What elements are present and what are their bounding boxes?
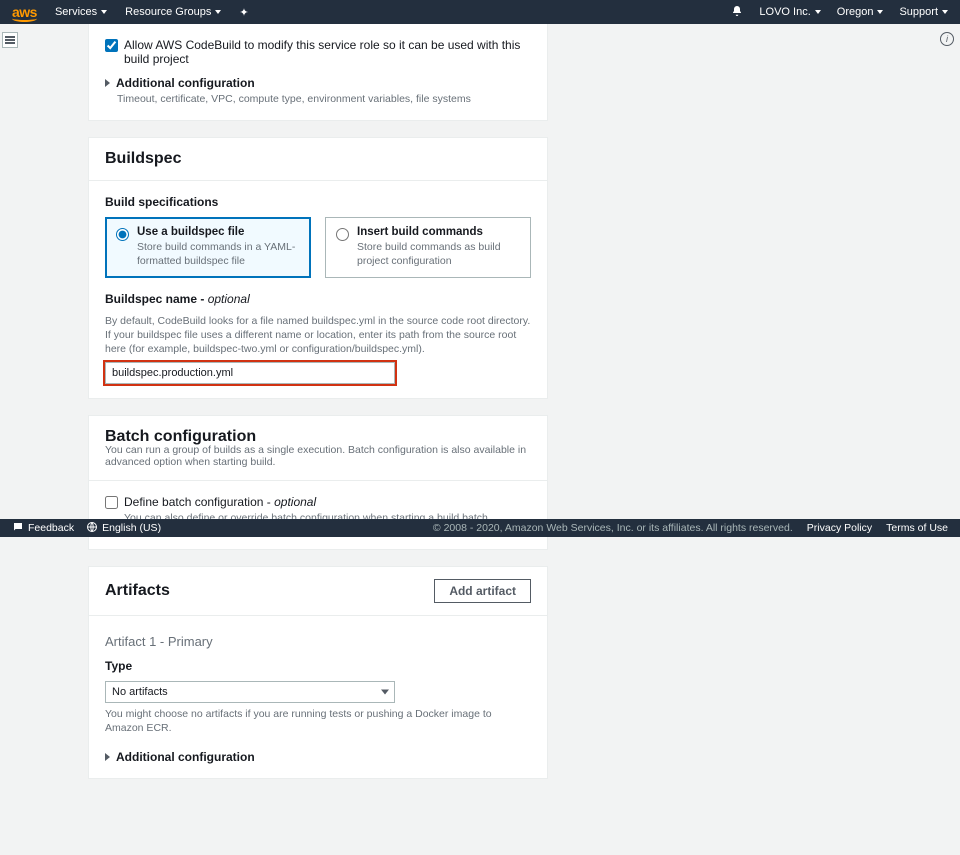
buildspec-option-file-radio[interactable] [116, 228, 129, 241]
support-label: Support [899, 6, 938, 18]
allow-modify-role-label: Allow AWS CodeBuild to modify this servi… [124, 38, 531, 66]
chevron-down-icon [815, 10, 821, 14]
chevron-down-icon [215, 10, 221, 14]
notifications-icon[interactable] [731, 5, 743, 20]
pin-icon[interactable]: ✦ [239, 6, 248, 19]
region-label: Oregon [837, 6, 874, 18]
footer-copyright: © 2008 - 2020, Amazon Web Services, Inc.… [433, 522, 793, 534]
artifact-type-desc: You might choose no artifacts if you are… [105, 707, 531, 735]
buildspec-option-commands-desc: Store build commands as build project co… [357, 240, 520, 268]
artifact-type-select[interactable] [105, 681, 395, 703]
batch-define-checkbox[interactable] [105, 496, 118, 509]
buildspec-option-commands[interactable]: Insert build commands Store build comman… [325, 217, 531, 277]
resource-groups-menu[interactable]: Resource Groups [125, 6, 221, 18]
comment-icon [12, 521, 24, 536]
sidebar-toggle[interactable] [2, 32, 18, 48]
env-additional-config-desc: Timeout, certificate, VPC, compute type,… [117, 92, 531, 106]
buildspec-name-desc: By default, CodeBuild looks for a file n… [105, 314, 531, 357]
batch-desc: You can run a group of builds as a singl… [89, 444, 547, 481]
artifacts-heading: Artifacts [105, 582, 170, 600]
artifact-type-label: Type [105, 659, 531, 673]
aws-logo[interactable]: aws [12, 4, 37, 20]
buildspec-option-commands-radio[interactable] [336, 228, 349, 241]
chevron-down-icon [381, 690, 389, 695]
hamburger-icon [5, 39, 15, 41]
batch-define-label: Define batch configuration - optional [124, 495, 491, 509]
chevron-right-icon [105, 753, 110, 761]
chevron-down-icon [877, 10, 883, 14]
services-label: Services [55, 6, 97, 18]
buildspec-option-file[interactable]: Use a buildspec file Store build command… [105, 217, 311, 277]
build-spec-label: Build specifications [105, 195, 531, 209]
allow-modify-role-checkbox[interactable] [105, 39, 118, 52]
env-additional-config-label: Additional configuration [116, 76, 255, 90]
services-menu[interactable]: Services [55, 6, 107, 18]
chevron-right-icon [105, 79, 110, 87]
buildspec-name-label: Buildspec name - optional [105, 292, 531, 306]
buildspec-option-file-title: Use a buildspec file [137, 226, 300, 238]
globe-icon [86, 521, 98, 536]
artifacts-additional-config-label: Additional configuration [116, 750, 255, 764]
privacy-link[interactable]: Privacy Policy [807, 522, 872, 534]
buildspec-option-commands-title: Insert build commands [357, 226, 520, 238]
add-artifact-button[interactable]: Add artifact [434, 579, 531, 603]
env-additional-config-toggle[interactable]: Additional configuration [105, 76, 531, 90]
buildspec-name-input[interactable] [105, 362, 395, 384]
buildspec-heading: Buildspec [89, 138, 547, 181]
account-menu[interactable]: LOVO Inc. [759, 6, 820, 18]
region-menu[interactable]: Oregon [837, 6, 884, 18]
language-selector[interactable]: English (US) [86, 521, 161, 536]
chevron-down-icon [101, 10, 107, 14]
terms-link[interactable]: Terms of Use [886, 522, 948, 534]
support-menu[interactable]: Support [899, 6, 948, 18]
account-label: LOVO Inc. [759, 6, 810, 18]
feedback-link[interactable]: Feedback [12, 521, 74, 536]
artifacts-additional-config-toggle[interactable]: Additional configuration [105, 750, 531, 764]
buildspec-option-file-desc: Store build commands in a YAML-formatted… [137, 240, 300, 268]
chevron-down-icon [942, 10, 948, 14]
info-icon[interactable]: i [940, 32, 954, 46]
resource-groups-label: Resource Groups [125, 6, 211, 18]
artifact-primary-subheading: Artifact 1 - Primary [105, 634, 531, 649]
